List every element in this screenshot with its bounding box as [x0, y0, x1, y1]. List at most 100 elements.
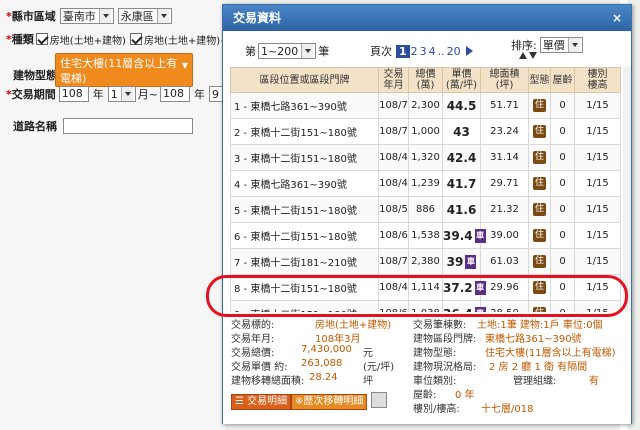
cell-age: 0	[550, 144, 575, 171]
table-row[interactable]: 7 - 東橋十二街181~210號 108/7 2,380 39 車 61.03 住 0 1/1…	[230, 248, 621, 275]
cell-age: 0	[550, 170, 575, 197]
type-opt1-label: 房地(土地+建物)	[49, 35, 126, 47]
col-age[interactable]: 屋齡	[550, 67, 575, 93]
detail-floor: 十七層/018	[481, 404, 534, 415]
type-opt2-checkbox[interactable]	[129, 33, 142, 45]
year-unit-2: 年	[193, 88, 205, 101]
col-address[interactable]: 區段位置或區段門牌	[230, 67, 379, 93]
cell-address[interactable]: 4 - 東橋七路361~390號	[230, 170, 379, 197]
cell-unit-price: 37.2 車	[442, 274, 486, 301]
page-link-3[interactable]: 3	[420, 45, 427, 58]
cell-age: 0	[550, 92, 575, 119]
residence-type-icon: 住	[533, 125, 546, 138]
building-row: 建物型態	[13, 67, 57, 83]
cell-type: 住	[528, 92, 551, 119]
county-row: * 縣市區域 臺南市 永康區	[6, 8, 172, 24]
col-floor[interactable]: 樓別 樓高	[574, 67, 621, 93]
col-area[interactable]: 總面積 (坪)	[480, 67, 529, 93]
cell-address[interactable]: 2 - 東橋十二街151~180號	[230, 118, 379, 145]
chevron-down-icon	[156, 9, 169, 23]
cell-total: 1,239	[408, 170, 443, 197]
page-link-2[interactable]: 2	[411, 45, 418, 58]
residence-type-icon: 住	[533, 255, 546, 268]
cell-yearmonth: 108/4	[378, 144, 409, 171]
close-icon[interactable]: ×	[612, 5, 622, 31]
cell-yearmonth: 108/6	[378, 222, 409, 249]
table-row[interactable]: 8 - 東橋十二街151~180號 108/4 1,114 37.2 車 29.96 住 0 1…	[230, 274, 621, 301]
detail-management: 有	[589, 376, 599, 387]
range-select[interactable]: 1~200	[258, 43, 317, 59]
cell-address[interactable]: 7 - 東橋十二街181~210號	[230, 248, 379, 275]
cell-age: 0	[550, 196, 575, 223]
cell-yearmonth: 108/4	[378, 170, 409, 197]
detail-area: 28.24	[309, 372, 338, 383]
table-row[interactable]: 6 - 東橋十二街151~180號 108/6 1,538 39.4 車 39.00 住 0 1…	[230, 222, 621, 249]
cell-yearmonth: 108/7	[378, 248, 409, 275]
road-input[interactable]	[63, 118, 193, 134]
table-row[interactable]: 1 - 東橋七路361~390號 108/7 2,300 44.5 51.71 住 0 1/1…	[230, 92, 621, 119]
cell-area: 29.71	[480, 170, 529, 197]
district-select[interactable]: 永康區	[117, 8, 172, 24]
sort-asc-icon[interactable]	[519, 52, 527, 59]
type-opt1-checkbox[interactable]	[35, 33, 48, 45]
parking-tag: 車	[474, 228, 486, 243]
cell-address[interactable]: 3 - 東橋十二街151~180號	[230, 144, 379, 171]
col-total[interactable]: 總價 (萬)	[408, 67, 443, 93]
chevron-down-icon: ▼	[181, 61, 188, 70]
table-scrollbar[interactable]	[623, 67, 631, 312]
detail-door: 東橋七路361~390號	[485, 334, 582, 345]
cell-yearmonth: 108/7	[378, 118, 409, 145]
cell-area: 31.14	[480, 144, 529, 171]
cell-address[interactable]: 1 - 東橋七路361~390號	[230, 92, 379, 119]
cell-floor: 1/15	[574, 248, 621, 275]
cell-area: 51.71	[480, 92, 529, 119]
cell-unit-price: 39.4 車	[442, 222, 486, 249]
record-range: 第 1~200 筆	[245, 43, 330, 59]
pager-bar: 第 1~200 筆 頁次 1 2 3 4 .. 20 排序: 單價	[223, 35, 631, 65]
transaction-detail-button[interactable]: ☰ 交易明細	[231, 394, 292, 410]
detail-yearmonth: 108年3月	[315, 334, 361, 345]
cell-yearmonth: 108/7	[378, 92, 409, 119]
sort-direction	[519, 52, 537, 59]
residence-type-icon: 住	[533, 99, 546, 112]
cell-address[interactable]: 6 - 東橋十二街151~180號	[230, 222, 379, 249]
table-row[interactable]: 4 - 東橋七路361~390號 108/4 1,239 41.7 29.71 住 0 1/1…	[230, 170, 621, 197]
year-from-input[interactable]: 108	[58, 86, 89, 102]
parking-tag: 車	[474, 280, 486, 295]
next-page-icon[interactable]	[465, 46, 473, 56]
sort-select[interactable]: 單價	[539, 37, 583, 53]
col-type[interactable]: 型態	[528, 67, 551, 93]
detail-count: 土地:1筆 建物:1戶 車位:0個	[477, 320, 603, 331]
cell-yearmonth: 108/5	[378, 196, 409, 223]
col-yearmonth[interactable]: 交易 年月	[378, 67, 409, 93]
print-icon[interactable]	[371, 392, 387, 408]
col-unit-price[interactable]: 單價 (萬/坪)	[442, 67, 481, 93]
table-header: 區段位置或區段門牌 交易 年月 總價 (萬) 單價 (萬/坪) 總面積 (坪) …	[230, 67, 621, 93]
cell-address[interactable]: 8 - 東橋十二街151~180號	[230, 274, 379, 301]
page-link-1[interactable]: 1	[396, 44, 410, 58]
detail-age: 0 年	[455, 390, 475, 401]
period-row: * 交易期間 108 年 1 月~ 108 年 9	[6, 86, 237, 102]
detail-building-type: 住宅大樓(11層含以上有電梯)	[485, 348, 616, 359]
year-unit: 年	[92, 88, 104, 101]
residence-type-icon: 住	[533, 203, 546, 216]
cell-unit-price: 42.4	[442, 144, 481, 171]
cell-address[interactable]: 5 - 東橋十二街151~180號	[230, 196, 379, 223]
cell-age: 0	[550, 248, 575, 275]
year-to-input[interactable]: 108	[159, 86, 190, 102]
table-row[interactable]: 2 - 東橋十二街151~180號 108/7 1,000 43 23.24 住 0 1/15	[230, 118, 621, 145]
building-type-select[interactable]: 住宅大樓(11層含以上有電梯) ▼	[55, 53, 193, 87]
cell-total: 1,000	[408, 118, 443, 145]
cell-age: 0	[550, 118, 575, 145]
table-row[interactable]: 3 - 東橋十二街151~180號 108/4 1,320 42.4 31.14 住 0 1/…	[230, 144, 621, 171]
cell-type: 住	[528, 248, 551, 275]
cell-age: 0	[550, 274, 575, 301]
sort-desc-icon[interactable]	[529, 52, 537, 59]
history-detail-button[interactable]: ※歷次移轉明細	[291, 394, 368, 410]
page-link-20[interactable]: 20	[447, 45, 461, 58]
county-select[interactable]: 臺南市	[59, 8, 114, 24]
month-unit: 月~	[137, 88, 158, 101]
page-link-4[interactable]: 4	[429, 45, 436, 58]
table-row[interactable]: 5 - 東橋十二街151~180號 108/5 886 41.6 21.32 住 0 1/15	[230, 196, 621, 223]
month-from-select[interactable]: 1	[107, 86, 136, 102]
